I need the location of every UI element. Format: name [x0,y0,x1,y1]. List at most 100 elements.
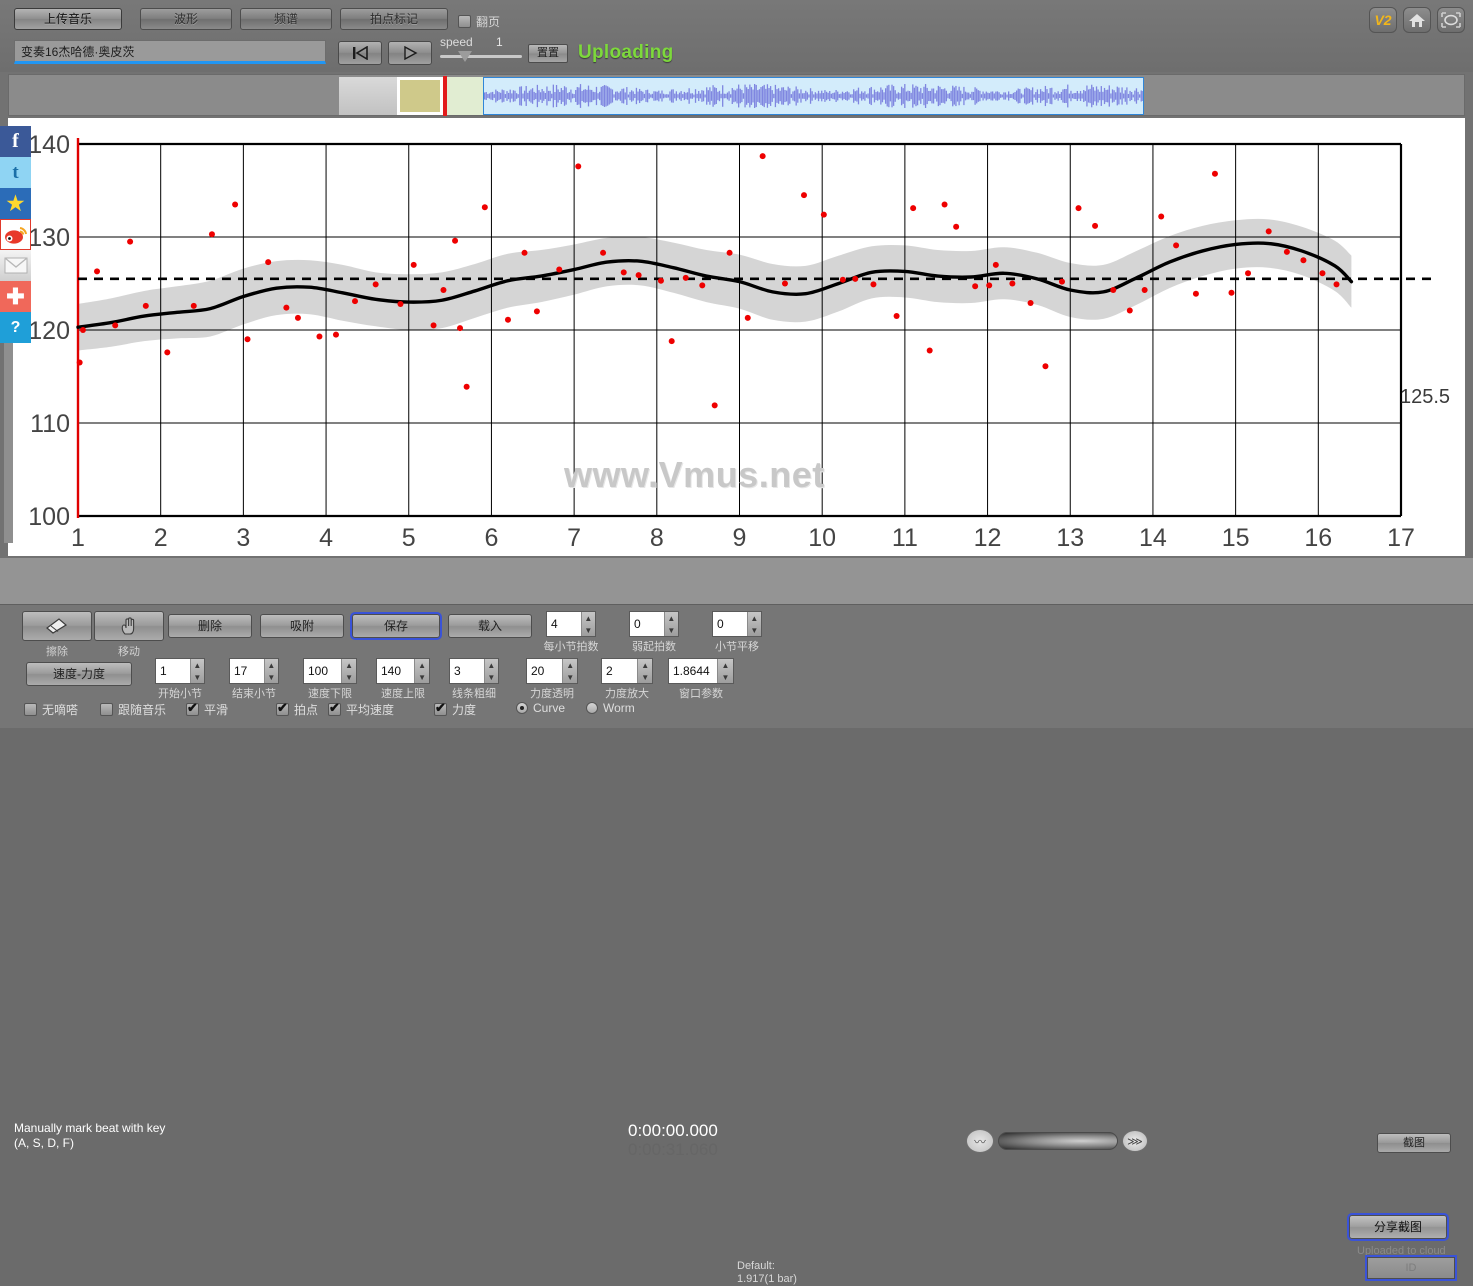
dynamics-gain-stepper[interactable]: ▲ ▼ [637,659,652,683]
bar-shift-stepper[interactable]: ▲ ▼ [746,612,761,636]
qzone-icon[interactable]: ★ [0,188,31,219]
end-bar-input[interactable] [230,659,264,683]
svg-text:130: 130 [28,224,70,252]
window-param-stepper[interactable]: ▲ ▼ [717,659,733,683]
volume-slider-track[interactable] [998,1132,1118,1150]
no-tick-checkbox-group[interactable]: 无嘀嗒 [24,701,78,718]
waveform-playhead[interactable] [443,76,447,116]
home-icon[interactable] [1403,7,1431,33]
line-width-spinner[interactable]: ▲▼ [449,658,499,684]
move-tool-button[interactable] [94,611,164,641]
avg-tempo-checkbox-group[interactable]: 平均速度 [328,700,394,718]
volume-low-icon[interactable]: 〰 [966,1129,994,1153]
no-tick-checkbox[interactable] [24,703,37,716]
dynamics-checkbox[interactable] [434,700,447,716]
load-button[interactable]: 载入 [448,614,532,638]
beats-per-bar-stepper[interactable]: ▲ ▼ [580,612,595,636]
tempo-min-input[interactable] [304,659,342,683]
smooth-checkbox-group[interactable]: 平滑 [186,700,228,718]
delete-button[interactable]: 删除 [168,614,252,638]
track-title-input[interactable] [14,40,326,64]
beat-checkbox[interactable] [276,700,289,716]
svg-text:15: 15 [1222,524,1250,552]
pickup-beats-spinner[interactable]: ▲▼ [629,611,679,637]
bar-shift-label: 小节平移 [715,641,759,653]
twitter-icon[interactable]: t [0,157,31,188]
step-up-icon: ▲ [641,660,650,670]
waveform-overview-strip[interactable] [8,74,1465,116]
start-bar-spinner[interactable]: ▲▼ [155,658,205,684]
window-param-input[interactable] [669,659,717,683]
share-screenshot-button[interactable]: 分享截图 [1347,1213,1449,1241]
tempo-min-spinner[interactable]: ▲▼ [303,658,357,684]
tempo-max-spinner[interactable]: ▲▼ [376,658,430,684]
reset-button[interactable]: 置置 [528,44,568,63]
volume-high-icon[interactable]: ⋙ [1122,1130,1148,1152]
start-bar-stepper[interactable]: ▲ ▼ [189,659,204,683]
speed-slider-knob[interactable] [458,51,472,62]
play-button[interactable] [388,41,432,65]
tempo-max-input[interactable] [377,659,415,683]
tab-waveform[interactable]: 波形 [140,8,232,30]
waveform-selection-box[interactable] [399,79,441,113]
social-share-rail: f t ★ ✚ ? [0,126,31,543]
bar-shift-input[interactable] [713,612,747,636]
help-icon[interactable]: ? [0,312,31,343]
bar-shift-spinner[interactable]: ▲▼ [712,611,762,637]
waveform-active-region[interactable] [483,77,1144,115]
line-width-stepper[interactable]: ▲ ▼ [483,659,498,683]
tab-spectrum[interactable]: 频谱 [240,8,332,30]
curve-radio-group[interactable]: Curve [516,701,565,715]
end-bar-spinner[interactable]: ▲▼ [229,658,279,684]
dynamics-gain-input[interactable] [602,659,638,683]
worm-radio-group[interactable]: Worm [586,701,635,715]
smooth-checkbox[interactable] [186,700,199,716]
line-width-input[interactable] [450,659,484,683]
snap-button[interactable]: 吸附 [260,614,344,638]
dynamics-opacity-stepper[interactable]: ▲ ▼ [562,659,577,683]
start-bar-input[interactable] [156,659,190,683]
curve-radio[interactable] [516,702,528,714]
page-turn-checkbox-group[interactable]: 翻页 [458,13,500,30]
tempo-chart-panel[interactable]: 100 110 120 130 140 1 2 3 4 5 6 7 8 9 10 11 12 13 14 15 16 17… [8,118,1465,556]
tempo-dynamics-button[interactable]: 速度-力度 [26,662,132,686]
dynamics-opacity-input[interactable] [527,659,563,683]
volume-slider-group[interactable]: 〰 ⋙ [966,1128,1151,1154]
beat-checkbox-group[interactable]: 拍点 [276,700,318,718]
beats-per-bar-spinner[interactable]: ▲▼ [546,611,596,637]
save-button[interactable]: 保存 [350,612,442,640]
speed-slider-track[interactable] [440,55,522,58]
dynamics-gain-spinner[interactable]: ▲▼ [601,658,653,684]
pickup-beats-input[interactable] [630,612,664,636]
email-icon[interactable] [0,250,31,281]
follow-music-checkbox[interactable] [100,703,113,716]
avg-tempo-checkbox[interactable] [328,700,341,716]
end-bar-stepper[interactable]: ▲ ▼ [263,659,278,683]
facebook-icon[interactable]: f [0,126,31,157]
resize-icon[interactable] [1437,7,1465,33]
speed-label: speed [440,35,473,49]
worm-radio[interactable] [586,702,598,714]
window-param-spinner[interactable]: ▲▼ [668,658,734,684]
pickup-beats-stepper[interactable]: ▲ ▼ [663,612,678,636]
dynamics-checkbox-group[interactable]: 力度 [434,700,476,718]
page-turn-checkbox[interactable] [458,15,471,28]
waveform-canvas[interactable] [339,76,1144,116]
cloud-id-button[interactable]: ID [1365,1255,1457,1281]
screenshot-button[interactable]: 截图 [1377,1133,1451,1153]
no-tick-label: 无嘀嗒 [42,703,79,717]
erase-tool-button[interactable] [22,611,92,641]
dynamics-opacity-spinner[interactable]: ▲▼ [526,658,578,684]
v2-badge[interactable]: V2 [1369,7,1397,33]
follow-music-label: 跟随音乐 [118,703,167,717]
tempo-min-stepper[interactable]: ▲ ▼ [341,659,356,683]
more-share-icon[interactable]: ✚ [0,281,31,312]
skip-to-start-button[interactable] [338,41,382,65]
tab-upload-music[interactable]: 上传音乐 [14,8,122,30]
weibo-icon[interactable] [0,219,31,250]
follow-music-checkbox-group[interactable]: 跟随音乐 [100,701,166,718]
speed-slider-group[interactable]: speed 1 [440,35,522,65]
beats-per-bar-input[interactable] [547,612,581,636]
tempo-max-stepper[interactable]: ▲ ▼ [414,659,429,683]
tab-beat-marks[interactable]: 拍点标记 [340,8,448,30]
